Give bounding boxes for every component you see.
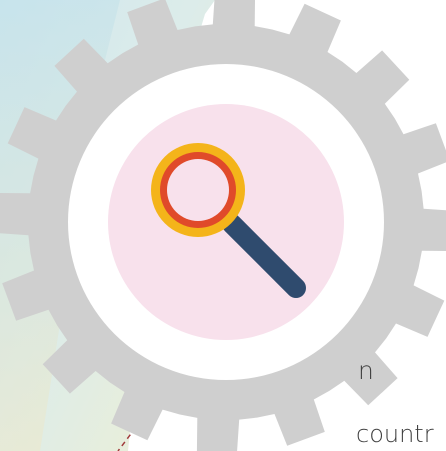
- gear-graphic: [0, 0, 446, 451]
- partial-text-line-2: countr: [356, 420, 434, 448]
- magnifier-lens-glass: [167, 159, 229, 221]
- slide-canvas: n countr: [0, 0, 446, 451]
- partial-text-line-1: n: [358, 356, 374, 385]
